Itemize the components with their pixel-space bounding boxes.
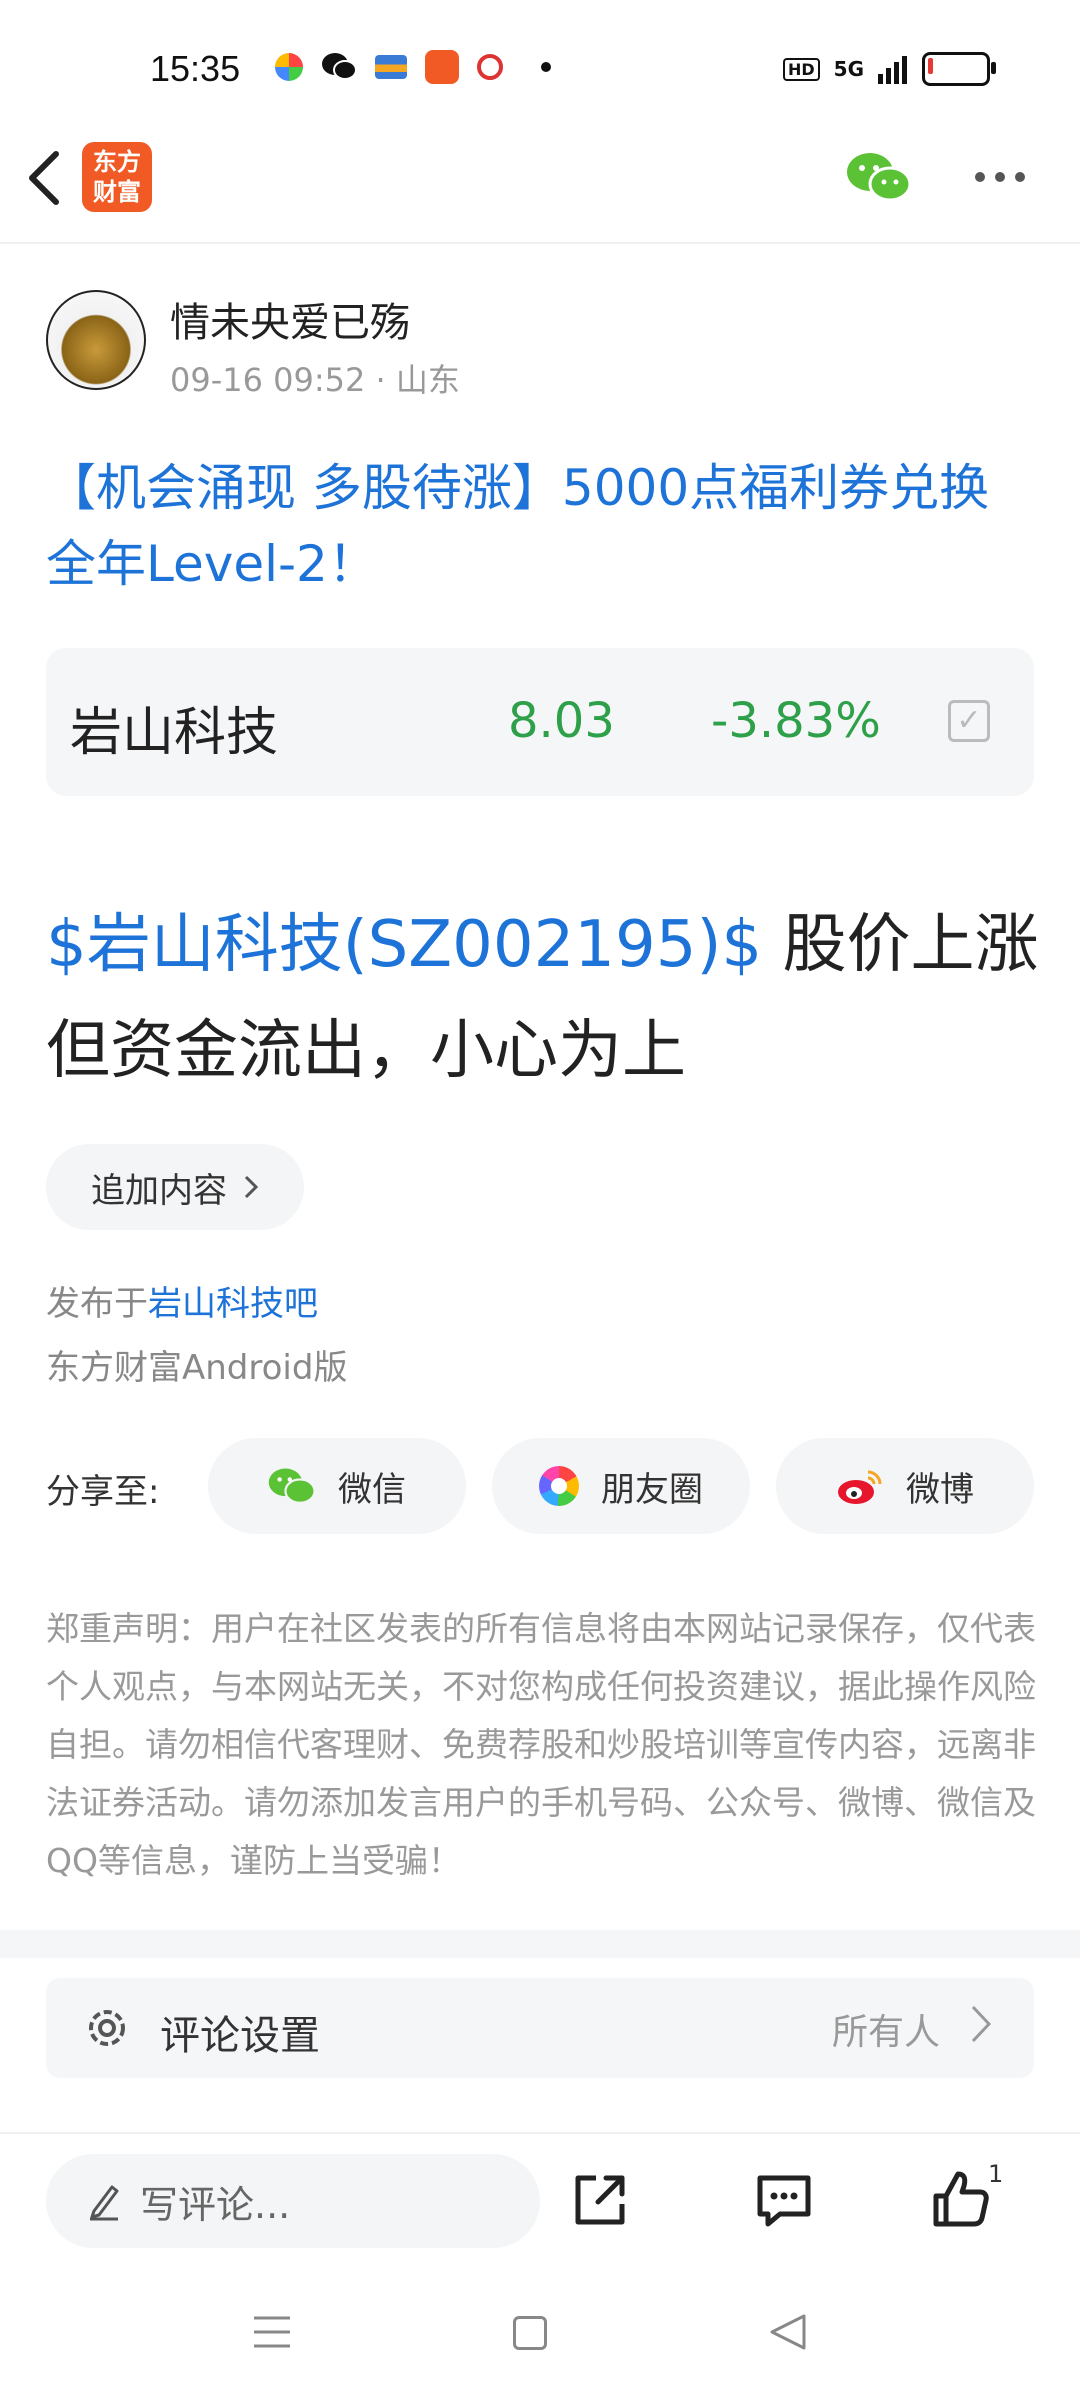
wallet-notification-icon — [375, 55, 407, 79]
like-count: 1 — [988, 2160, 1004, 2188]
post-meta: 09-16 09:52 · 山东 — [170, 361, 460, 399]
system-status: HD 5G — [782, 52, 996, 86]
signal-icon — [878, 56, 907, 84]
app-notification-icon-2 — [425, 50, 459, 84]
disclaimer-text: 郑重声明：用户在社区发表的所有信息将由本网站记录保存，仅代表个人观点，与本网站无… — [46, 1609, 1036, 1880]
eastmoney-logo: 东方 财富 — [82, 142, 152, 212]
notification-icons — [275, 50, 551, 84]
stock-tag-link[interactable]: $岩山科技(SZ002195)$ — [46, 908, 762, 982]
stock-name: 岩山科技 — [70, 703, 279, 763]
author-name[interactable]: 情未央爱已殇 — [170, 290, 410, 348]
share-wechat-label: 微信 — [338, 1469, 406, 1510]
menu-nav-icon[interactable] — [252, 2312, 292, 2352]
comment-settings-label: 评论设置 — [160, 2013, 320, 2059]
app-notification-icon-3 — [477, 54, 503, 80]
comment-settings-value: 所有人 — [832, 2012, 941, 2053]
more-notifications-dot — [541, 62, 551, 72]
comment-icon[interactable] — [754, 2172, 814, 2230]
share-weibo-label: 微博 — [906, 1469, 974, 1510]
share-label: 分享至: — [46, 1472, 160, 1512]
status-time: 15:35 — [150, 48, 241, 89]
logo-text-top: 东方 — [93, 147, 141, 176]
post-content: $岩山科技(SZ002195)$ 股价上涨但资金流出，小心为上 — [46, 892, 1046, 1104]
comment-placeholder: 写评论... — [140, 2182, 291, 2227]
section-divider — [0, 1930, 1080, 1958]
wechat-icon — [268, 1468, 316, 1504]
avatar[interactable] — [46, 290, 146, 390]
append-content-label: 追加内容 — [91, 1170, 227, 1211]
share-wechat-button[interactable]: 微信 — [208, 1438, 466, 1534]
chevron-right-icon — [244, 1175, 259, 1199]
client-source: 东方财富Android版 — [46, 1348, 348, 1388]
post-title[interactable]: 【机会涌现 多股待涨】5000点福利券兑换全年Level-2！ — [46, 450, 1036, 602]
posted-prefix: 发布于 — [46, 1284, 148, 1324]
forum-link[interactable]: 岩山科技吧 — [148, 1284, 318, 1324]
wechat-share-icon[interactable] — [846, 150, 912, 204]
chevron-right-icon — [971, 2005, 992, 2043]
app-notification-icon — [275, 53, 303, 81]
share-icon[interactable] — [570, 2170, 630, 2230]
watchlist-check-icon[interactable]: ✓ — [948, 700, 990, 742]
battery-icon — [922, 52, 996, 86]
pencil-icon — [90, 2185, 119, 2221]
header-divider — [0, 242, 1080, 244]
more-options-icon[interactable] — [975, 172, 1025, 182]
share-moments-label: 朋友圈 — [601, 1469, 703, 1510]
back-nav-icon[interactable] — [768, 2312, 808, 2352]
logo-text-bottom: 财富 — [93, 177, 141, 206]
comment-input[interactable]: 写评论... — [46, 2154, 540, 2248]
home-nav-icon[interactable] — [513, 2316, 547, 2350]
weibo-icon — [838, 1470, 882, 1504]
stock-change: -3.83% — [711, 693, 881, 749]
share-weibo-button[interactable]: 微博 — [776, 1438, 1034, 1534]
hd-icon: HD — [782, 57, 820, 81]
wechat-notification-icon — [322, 53, 357, 80]
network-label: 5G — [833, 57, 864, 81]
moments-icon — [539, 1466, 579, 1506]
back-arrow-icon[interactable] — [24, 148, 64, 208]
stock-price: 8.03 — [508, 693, 615, 749]
bottom-divider — [0, 2132, 1080, 2134]
thumbs-up-icon[interactable] — [930, 2168, 992, 2230]
gear-icon — [89, 2010, 125, 2046]
posted-in: 发布于岩山科技吧 — [46, 1276, 318, 1325]
share-moments-button[interactable]: 朋友圈 — [492, 1438, 750, 1534]
append-content-button[interactable]: 追加内容 — [46, 1144, 304, 1230]
